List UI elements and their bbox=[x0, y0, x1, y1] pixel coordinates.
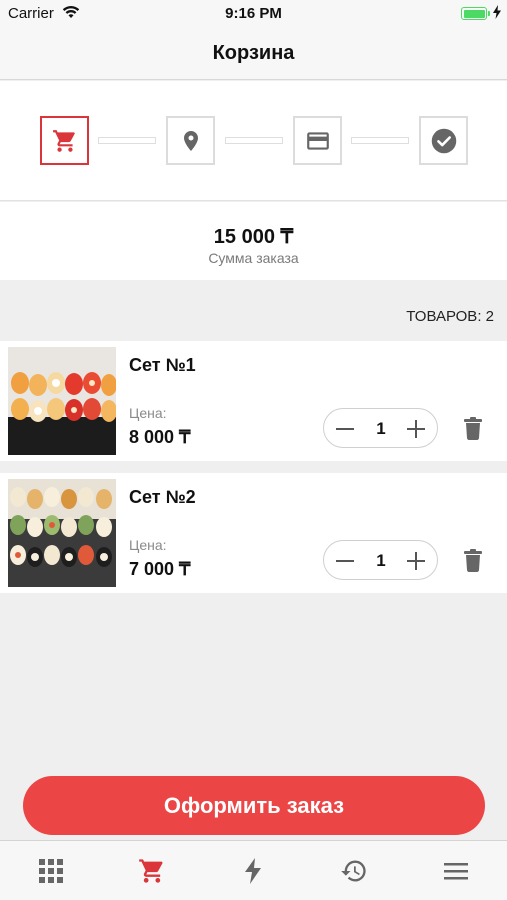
quantity-value: 1 bbox=[376, 419, 386, 438]
step-connector bbox=[351, 137, 409, 144]
item-name[interactable]: Сет №2 bbox=[129, 487, 196, 508]
plus-icon bbox=[407, 552, 425, 570]
tab-bar bbox=[0, 840, 507, 900]
items-count: ТОВАРОВ: 2 bbox=[406, 308, 494, 325]
item-price-label: Цена: bbox=[129, 405, 167, 421]
tab-cart[interactable] bbox=[101, 841, 202, 900]
step-connector bbox=[225, 137, 283, 144]
cart-item: Сет №2 Цена: 7 000 ₸ 1 bbox=[0, 473, 507, 593]
delete-button[interactable] bbox=[462, 416, 484, 440]
quantity-stepper: 1 bbox=[323, 408, 438, 448]
plus-icon bbox=[407, 420, 425, 438]
increase-button[interactable] bbox=[405, 418, 427, 440]
step-connector bbox=[98, 137, 156, 144]
step-confirm[interactable] bbox=[419, 116, 468, 165]
clock-time: 9:16 PM bbox=[225, 5, 282, 22]
product-image[interactable] bbox=[8, 347, 116, 455]
item-price: 7 000 ₸ bbox=[129, 559, 191, 579]
cart-icon bbox=[52, 129, 75, 152]
page-title: Корзина bbox=[212, 42, 295, 64]
order-total: 15 000 ₸ Сумма заказа bbox=[0, 202, 507, 280]
status-bar: Carrier 9:16 PM bbox=[0, 0, 507, 28]
item-price-label: Цена: bbox=[129, 537, 167, 553]
grid-icon bbox=[38, 859, 63, 883]
tab-history[interactable] bbox=[303, 841, 404, 900]
menu-icon bbox=[443, 863, 468, 880]
navigation-bar: Корзина bbox=[0, 28, 507, 80]
history-icon bbox=[340, 860, 366, 882]
step-cart[interactable] bbox=[40, 116, 89, 165]
check-circle-icon bbox=[431, 128, 456, 153]
lightning-icon bbox=[244, 858, 261, 884]
charging-bolt-icon bbox=[493, 5, 501, 19]
minus-icon bbox=[336, 560, 354, 562]
total-label: Сумма заказа bbox=[208, 250, 299, 266]
checkout-button[interactable]: Оформить заказ bbox=[23, 776, 485, 835]
product-image[interactable] bbox=[8, 479, 116, 587]
credit-card-icon bbox=[306, 131, 329, 150]
minus-icon bbox=[336, 428, 354, 430]
item-name[interactable]: Сет №1 bbox=[129, 355, 196, 376]
decrease-button[interactable] bbox=[334, 418, 356, 440]
battery-icon bbox=[461, 7, 490, 20]
quantity-value: 1 bbox=[376, 551, 386, 570]
tab-catalog[interactable] bbox=[0, 841, 101, 900]
quantity-stepper: 1 bbox=[323, 540, 438, 580]
location-pin-icon bbox=[183, 130, 198, 151]
decrease-button[interactable] bbox=[334, 550, 356, 572]
total-amount: 15 000 ₸ bbox=[213, 226, 294, 248]
cart-icon bbox=[138, 859, 163, 883]
step-address[interactable] bbox=[166, 116, 215, 165]
tab-promotions[interactable] bbox=[202, 841, 303, 900]
increase-button[interactable] bbox=[405, 550, 427, 572]
checkout-progress bbox=[0, 81, 507, 201]
delete-button[interactable] bbox=[462, 548, 484, 572]
trash-icon bbox=[464, 417, 482, 440]
step-payment[interactable] bbox=[293, 116, 342, 165]
item-price: 8 000 ₸ bbox=[129, 427, 191, 447]
cart-item: Сет №1 Цена: 8 000 ₸ 1 bbox=[0, 341, 507, 461]
tab-menu[interactable] bbox=[405, 841, 506, 900]
trash-icon bbox=[464, 549, 482, 572]
